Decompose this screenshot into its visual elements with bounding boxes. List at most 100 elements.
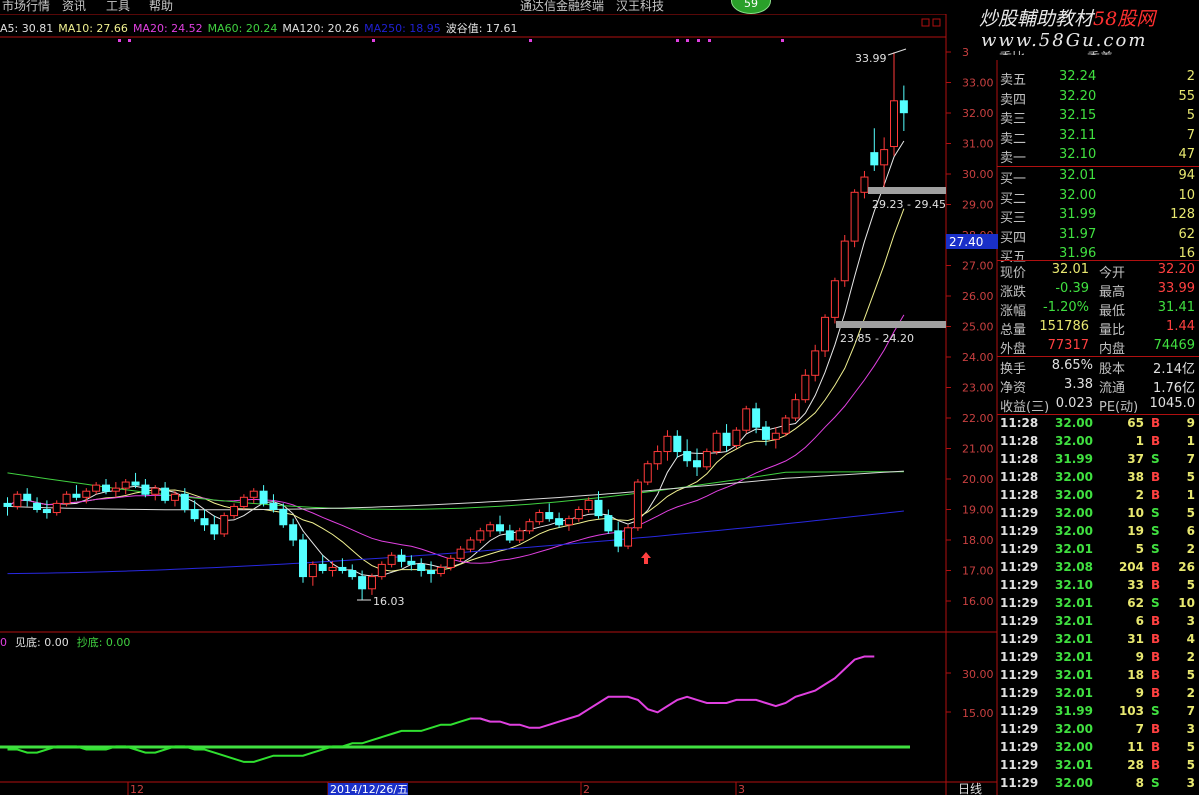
price-axis-label: 17.00	[962, 565, 994, 578]
tick-side: B	[1151, 632, 1161, 646]
tick-side: S	[1151, 506, 1160, 520]
ask-level-label: 卖二	[1000, 131, 1027, 147]
menu-news[interactable]: 资讯	[62, 0, 86, 14]
tick-row: 11:29 32.00 19 S 6	[997, 524, 1199, 542]
tick-side: B	[1151, 686, 1161, 700]
candle-body	[584, 499, 593, 511]
stock-name: 汉王科技	[616, 0, 665, 13]
ma-legend-item: MA250: 18.95	[364, 22, 441, 35]
date-label: 2	[583, 783, 590, 795]
stat-label: 收益(三)	[1000, 400, 1050, 415]
tick-row: 11:28 32.00 1 B 1	[997, 434, 1199, 452]
price-axis-label: 31.00	[962, 138, 994, 151]
tick-row: 11:29 32.01 6 B 3	[997, 614, 1199, 632]
ask-volume: 55	[1178, 88, 1195, 104]
bid-price: 31.96	[1059, 246, 1097, 261]
ma250-line	[7, 510, 904, 575]
candle-body	[436, 566, 445, 575]
bid-volume: 10	[1178, 187, 1195, 203]
tick-price: 32.01	[1055, 650, 1093, 664]
tick-count: 2	[1186, 542, 1195, 556]
candle-body	[220, 515, 229, 535]
candle-body	[456, 548, 465, 559]
ask-volume: 2	[1186, 69, 1195, 84]
support-zone-label: 23.85 - 24.20	[840, 332, 914, 345]
tick-count: 1	[1186, 488, 1195, 502]
tick-price: 32.01	[1055, 542, 1093, 556]
tick-side: S	[1151, 452, 1160, 466]
candle-body	[821, 316, 830, 352]
chart-frame: 333.0032.0031.0030.0029.0028.0027.0026.0…	[0, 13, 998, 795]
sub-line-magenta	[470, 655, 875, 729]
candle-body	[476, 530, 485, 541]
tick-count: 3	[1186, 776, 1195, 790]
tick-time: 11:29	[1000, 524, 1039, 538]
candle-body	[653, 451, 662, 465]
candle-body	[397, 554, 406, 562]
tick-price: 31.99	[1055, 704, 1093, 718]
tick-count: 5	[1186, 740, 1195, 754]
menu-help[interactable]: 帮助	[149, 0, 173, 14]
date-label: 12	[130, 783, 144, 795]
tick-price: 32.00	[1055, 776, 1093, 790]
stat-value: 74469	[1153, 338, 1195, 353]
candle-body	[3, 502, 12, 507]
tick-time: 11:29	[1000, 668, 1039, 682]
tick-time: 11:28	[1000, 416, 1039, 430]
candle-body	[535, 512, 544, 523]
candle-body	[702, 451, 711, 468]
ask-level-label: 卖三	[1000, 112, 1027, 127]
tick-price: 32.10	[1055, 578, 1093, 592]
candle-body	[505, 530, 514, 541]
candle-body	[180, 493, 189, 510]
high-price-label: 33.99	[855, 52, 887, 65]
candle-body	[102, 484, 110, 492]
tick-time: 11:29	[1000, 506, 1039, 520]
stat-value: 2.14亿	[1153, 362, 1195, 377]
stat-row: 外盘 77317 内盘 74469	[997, 338, 1199, 357]
tick-volume: 9	[1135, 650, 1144, 664]
ask-level-label: 卖五	[1000, 73, 1027, 88]
tick-volume: 7	[1135, 722, 1144, 736]
bid-row: 买二 32.00 10	[997, 188, 1199, 207]
tick-volume: 204	[1118, 560, 1144, 574]
candle-body	[732, 429, 741, 446]
tick-time: 11:29	[1000, 560, 1039, 574]
bid-row: 买一 32.01 94	[997, 168, 1199, 187]
order-ratio-label: 委比	[999, 47, 1025, 55]
menu-market[interactable]: 市场行情	[2, 0, 50, 14]
ask-price: 32.10	[1059, 147, 1097, 162]
tick-side: S	[1151, 542, 1160, 556]
tick-time: 11:29	[1000, 704, 1039, 718]
ma-legend: A5: 30.81 MA10: 27.66 MA20: 24.52 MA60: 20.…	[0, 20, 523, 35]
tick-count: 26	[1178, 560, 1195, 574]
candle-body	[791, 399, 800, 419]
tick-volume: 103	[1118, 704, 1144, 718]
candle-body	[387, 554, 396, 565]
tick-price: 32.01	[1055, 632, 1093, 646]
stat-label: 股本	[1099, 362, 1126, 377]
menu-tools[interactable]: 工具	[106, 0, 130, 14]
tick-price: 32.00	[1055, 470, 1093, 484]
tick-volume: 31	[1127, 632, 1144, 646]
candle-body	[643, 463, 652, 483]
price-axis-label: 23.00	[962, 382, 994, 395]
bid-price: 31.99	[1059, 207, 1097, 222]
notification-badge[interactable]: 59	[731, 0, 771, 14]
candlestick-series	[3, 52, 908, 601]
tick-count: 5	[1186, 470, 1195, 484]
tick-price: 32.01	[1055, 758, 1093, 772]
stat-label: 净资	[1000, 381, 1027, 396]
quote-divider	[997, 414, 1199, 415]
tick-time: 11:29	[1000, 722, 1039, 736]
tick-price: 32.00	[1055, 506, 1093, 520]
tick-volume: 6	[1135, 614, 1144, 628]
stat-value: 77317	[1047, 338, 1089, 353]
tick-time: 11:28	[1000, 452, 1039, 466]
tick-row: 11:29 32.00 11 B 5	[997, 740, 1199, 758]
period-label: 日线	[958, 782, 982, 795]
stat-label: 最低	[1099, 304, 1126, 319]
bid-price: 32.00	[1059, 187, 1097, 203]
stat-value: -1.20%	[1043, 300, 1089, 315]
tick-row: 11:29 31.99 103 S 7	[997, 704, 1199, 722]
